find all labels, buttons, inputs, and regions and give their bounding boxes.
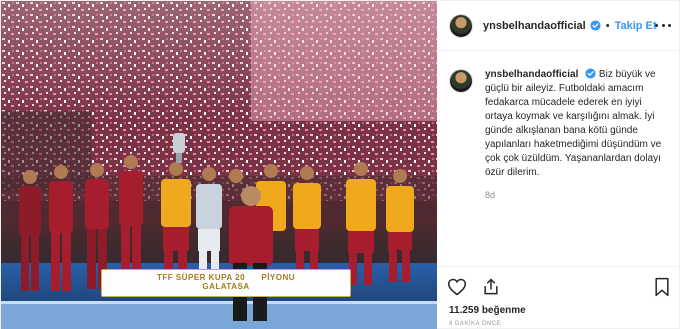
- caption-text-block: ynsbelhandaofficial Biz büyük ve güçlü b…: [485, 68, 669, 180]
- comments-section: ynsbelhandaofficial Biz büyük ve güçlü b…: [437, 52, 680, 258]
- caption-avatar[interactable]: [449, 69, 473, 93]
- username[interactable]: ynsbelhandaofficial: [483, 20, 586, 32]
- action-bar: 11.259 beğenme 8 DAKİKA ÖNCE: [437, 266, 680, 329]
- share-icon[interactable]: [481, 277, 501, 297]
- verified-icon: [590, 20, 601, 31]
- caption-comment: ynsbelhandaofficial Biz büyük ve güçlü b…: [449, 68, 669, 180]
- instagram-post: TFF SÜPER KUPA 20 PİYONU GALATASA ynsbel…: [0, 0, 680, 329]
- caption-text: Biz büyük ve güçlü bir aileyiz. Futbolda…: [485, 69, 662, 178]
- like-count[interactable]: 11.259 beğenme: [449, 305, 526, 316]
- caption-username[interactable]: ynsbelhandaofficial: [485, 69, 578, 80]
- banner-line-2: GALATASA: [202, 282, 250, 291]
- banner-suffix: PİYONU: [261, 273, 296, 282]
- heart-icon[interactable]: [447, 277, 467, 297]
- bookmark-icon[interactable]: [653, 277, 671, 297]
- follow-button[interactable]: Takip Et: [615, 20, 657, 32]
- separator-dot: •: [605, 19, 610, 32]
- verified-icon: [585, 68, 596, 79]
- comment-time: 8d: [485, 190, 496, 200]
- banner-line-1: TFF SÜPER KUPA 20: [156, 273, 246, 282]
- post-timestamp: 8 DAKİKA ÖNCE: [449, 321, 502, 327]
- trophy-banner: TFF SÜPER KUPA 20 PİYONU GALATASA: [101, 269, 351, 297]
- post-photo[interactable]: TFF SÜPER KUPA 20 PİYONU GALATASA: [1, 1, 437, 329]
- more-icon[interactable]: [655, 19, 671, 31]
- post-header: ynsbelhandaofficial • Takip Et: [437, 1, 680, 51]
- avatar[interactable]: [449, 13, 473, 38]
- post-sidebar: ynsbelhandaofficial • Takip Et ynsbelhan…: [437, 1, 680, 329]
